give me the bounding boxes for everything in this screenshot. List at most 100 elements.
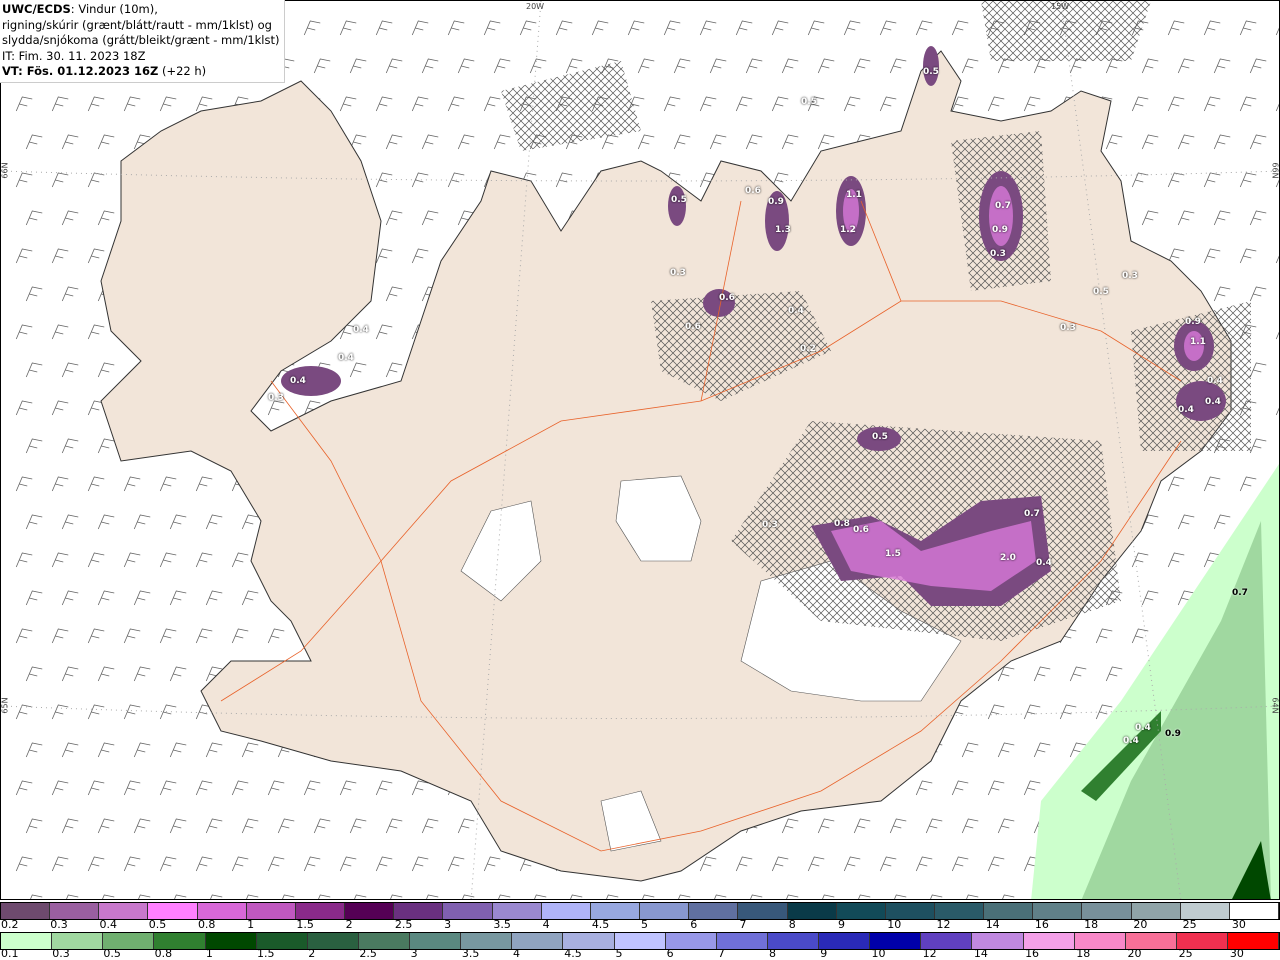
precip-value-label: 0.4 bbox=[788, 306, 804, 316]
lat-label: 65N bbox=[0, 697, 10, 714]
info-box: UWC/ECDS: Vindur (10m), rigning/skúrir (… bbox=[0, 0, 285, 83]
lon-label-20w: 20W bbox=[526, 2, 545, 11]
precip-value-label: 0.4 bbox=[1207, 376, 1223, 386]
precip-value-label: 0.5 bbox=[801, 97, 817, 107]
precip-value-label: 0.3 bbox=[762, 520, 778, 530]
precip-value-label: 2.0 bbox=[1000, 553, 1016, 563]
precip-value-label: 1.1 bbox=[846, 190, 862, 200]
colorbar-label: 8 bbox=[769, 947, 777, 960]
colorbar-label: 0.2 bbox=[1, 918, 19, 931]
colorbar-label: 25 bbox=[1182, 918, 1197, 931]
colorbar-label: 4 bbox=[513, 947, 521, 960]
colorbar-label: 2 bbox=[345, 918, 353, 931]
colorbar-label: 4.5 bbox=[591, 918, 610, 931]
colorbar-swatch bbox=[787, 903, 837, 919]
precip-value-label: 0.9 bbox=[992, 225, 1008, 235]
colorbar-swatch bbox=[1229, 903, 1280, 919]
colorbar-swatch bbox=[640, 903, 690, 919]
colorbar-label: 3.5 bbox=[493, 918, 511, 931]
colorbar-swatch bbox=[197, 903, 247, 919]
precip-value-label: 0.2 bbox=[800, 344, 816, 354]
desc: : Vindur (10m), bbox=[70, 2, 158, 16]
rain-colorbar-labels: 0.1 0.3 0.5 0.8 1 1.5 2 2.5 3 3.5 4 4.5 5 6 7 8 9 10 12 14 1… bbox=[0, 947, 1280, 960]
colorbar-label: 2.5 bbox=[359, 947, 377, 960]
colorbar-label: 14 bbox=[985, 918, 1000, 931]
lead-time: (+22 h) bbox=[158, 64, 207, 78]
colorbar-swatch bbox=[246, 903, 296, 919]
precip-value-label: 1.2 bbox=[840, 225, 856, 235]
colorbar-label: 2 bbox=[308, 947, 316, 960]
colorbar-swatch bbox=[836, 903, 886, 919]
precip-value-label: 0.3 bbox=[268, 393, 284, 403]
precip-value-label: 0.3 bbox=[1122, 271, 1138, 281]
weather-map: 20W 15W 66N 65N 66N 64N 0.5 0.5 0.6 0.9 1.1 1… bbox=[0, 0, 1280, 900]
precip-value-label: 0.4 bbox=[1123, 736, 1139, 746]
colorbar-swatch bbox=[394, 903, 444, 919]
colorbar-swatch bbox=[541, 903, 591, 919]
colorbar-label: 6 bbox=[666, 947, 674, 960]
colorbar-label: 2.5 bbox=[394, 918, 413, 931]
precip-value-label: 0.5 bbox=[923, 67, 939, 77]
precip-value-label: 0.9 bbox=[768, 197, 784, 207]
colorbar-label: 1 bbox=[247, 918, 255, 931]
colorbar-label: 30 bbox=[1231, 918, 1246, 931]
precip-value-label: 0.6 bbox=[685, 322, 701, 332]
colorbar-swatch bbox=[738, 903, 788, 919]
precip-value-label: 0.7 bbox=[995, 201, 1011, 211]
precip-value-label: 0.5 bbox=[872, 432, 888, 442]
precip-value-label: 0.3 bbox=[670, 268, 686, 278]
valid-time: VT: Fös. 01.12.2023 16Z bbox=[2, 64, 159, 78]
colorbar-label: 1.5 bbox=[296, 918, 314, 931]
colorbar-label: 5 bbox=[615, 947, 623, 960]
colorbar-label: 9 bbox=[820, 947, 828, 960]
colorbar-label: 9 bbox=[837, 918, 845, 931]
colorbar-label: 25 bbox=[1178, 947, 1193, 960]
precip-value-label: 0.3 bbox=[1060, 323, 1076, 333]
precip-value-label: 0.4 bbox=[338, 353, 354, 363]
precip-value-label: 1.1 bbox=[1190, 337, 1206, 347]
colorbar-swatch bbox=[1033, 903, 1083, 919]
colorbar-label: 0.3 bbox=[52, 947, 70, 960]
colorbar-label: 0.1 bbox=[1, 947, 19, 960]
colorbar-swatch bbox=[345, 903, 395, 919]
colorbar-label: 0.4 bbox=[99, 918, 117, 931]
precip-value-label: 0.9 bbox=[1165, 729, 1181, 739]
precip-value-label: 0.4 bbox=[1178, 405, 1194, 415]
colorbar-label: 7 bbox=[717, 947, 725, 960]
colorbar-label: 20 bbox=[1133, 918, 1148, 931]
lon-label-15w: 15W bbox=[1051, 2, 1070, 11]
colorbar-label: 0.5 bbox=[148, 918, 167, 931]
desc: rigning/skúrir (grænt/blátt/rautt - mm/1… bbox=[2, 17, 272, 32]
colorbar-label: 0.5 bbox=[103, 947, 121, 960]
precip-value-label: 0.3 bbox=[990, 249, 1006, 259]
colorbar-label: 14 bbox=[973, 947, 988, 960]
colorbar-swatch bbox=[984, 903, 1034, 919]
lat-label: 64N bbox=[1270, 697, 1280, 714]
precip-value-label: 1.5 bbox=[885, 549, 901, 559]
precip-value-label: 0.5 bbox=[671, 195, 687, 205]
precip-value-label: 0.6 bbox=[853, 525, 869, 535]
colorbar-label: 12 bbox=[936, 918, 951, 931]
precip-value-label: 0.7 bbox=[1024, 509, 1040, 519]
colorbar-label: 8 bbox=[788, 918, 796, 931]
lat-label: 66N bbox=[0, 162, 10, 179]
colorbar-swatch bbox=[295, 903, 346, 919]
snow-colorbar-labels: 0.2 0.3 0.4 0.5 0.8 1 1.5 2 2.5 3 3.5 4 4.5 5 6 7 8 9 10 12… bbox=[0, 918, 1280, 931]
map-canvas bbox=[1, 1, 1279, 899]
colorbar-label: 0.3 bbox=[50, 918, 68, 931]
colorbar-label: 3.5 bbox=[461, 947, 480, 960]
colorbar-label: 18 bbox=[1084, 918, 1099, 931]
precip-value-label: 1.3 bbox=[775, 225, 791, 235]
colorbar-label: 20 bbox=[1127, 947, 1142, 960]
colorbar-swatch bbox=[50, 903, 100, 919]
colorbar-swatch bbox=[148, 903, 198, 919]
lat-label: 66N bbox=[1270, 162, 1280, 179]
colorbar-label: 7 bbox=[739, 918, 747, 931]
colorbar-label: 0.8 bbox=[154, 947, 173, 960]
precip-value-label: 0.4 bbox=[1135, 723, 1151, 733]
colorbar-swatch bbox=[443, 903, 493, 919]
colorbar-swatch bbox=[590, 903, 641, 919]
precip-value-label: 0.4 bbox=[1205, 397, 1221, 407]
colorbar-swatch bbox=[1, 903, 51, 919]
colorbar-swatch bbox=[492, 903, 542, 919]
